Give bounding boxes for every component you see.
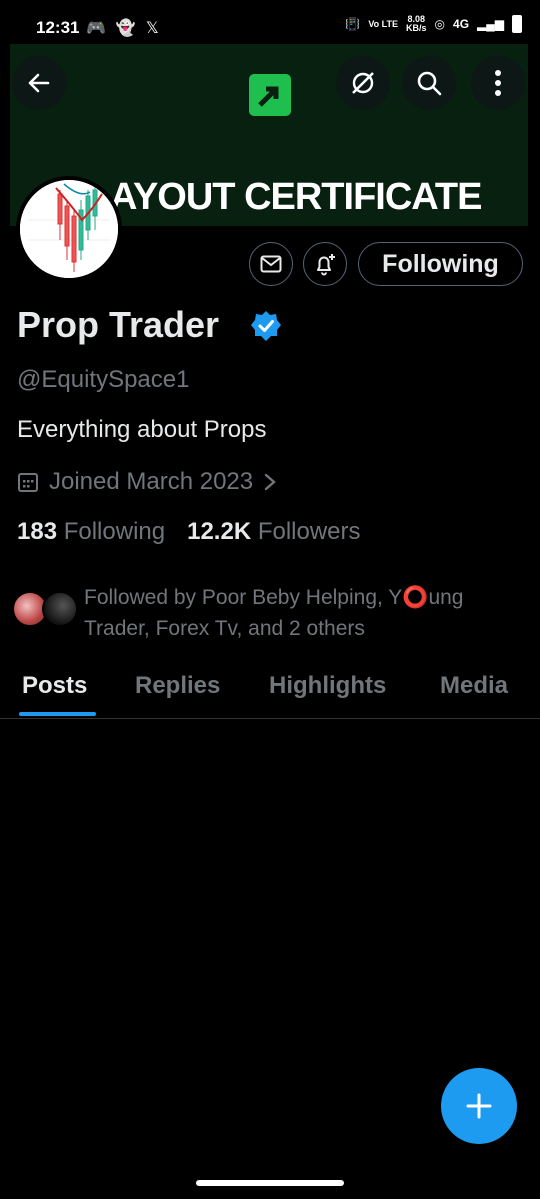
x-logo-icon: 𝕏	[145, 20, 159, 37]
verified-badge-icon[interactable]	[250, 310, 282, 342]
compose-post-button[interactable]	[441, 1068, 517, 1144]
status-time: 12:31	[36, 18, 80, 37]
profile-name: Prop Trader	[17, 304, 220, 345]
following-count: 183	[17, 518, 58, 545]
vibrate-icon: 📳	[345, 17, 361, 31]
banner-text: AYOUT CERTIFICATE	[110, 176, 482, 218]
mail-icon	[260, 255, 282, 273]
more-vertical-icon	[495, 70, 501, 96]
status-bar: 12:31 🎮 👻 𝕏 📳 Vo LTE 8.08 KB/s ◎ 4G ▂▄▆	[0, 0, 540, 44]
signal-icon: ▂▄▆	[477, 17, 504, 31]
arrow-left-icon	[28, 73, 50, 93]
snapchat-icon: 👻	[115, 20, 136, 37]
followed-by-text: Followed by Poor Beby Helping, Y⭕ung Tra…	[84, 586, 464, 640]
tab-highlights[interactable]: Highlights	[269, 672, 386, 700]
follower-avatar	[42, 591, 78, 627]
followers-stat[interactable]: 12.2K Followers	[187, 518, 360, 546]
status-right-icons: 📳 Vo LTE 8.08 KB/s ◎ 4G ▂▄▆	[345, 15, 522, 33]
more-options-button[interactable]	[471, 56, 525, 110]
network-type: 4G	[453, 17, 470, 31]
grok-button[interactable]	[336, 56, 390, 110]
grok-icon	[352, 72, 374, 94]
plus-icon	[466, 1093, 492, 1119]
hotspot-icon: ◎	[434, 17, 446, 31]
following-stat[interactable]: 183 Following	[17, 518, 165, 546]
following-label: Following	[63, 518, 166, 545]
tab-media[interactable]: Media	[440, 672, 508, 700]
network-speed: 8.08 KB/s	[406, 15, 427, 33]
status-notification-icons: 🎮 👻 𝕏	[86, 18, 159, 38]
volte-indicator: Vo LTE	[368, 18, 399, 29]
tab-posts[interactable]: Posts	[22, 672, 87, 700]
followers-count: 12.2K	[187, 518, 252, 545]
joined-text: Joined March 2023	[49, 468, 254, 495]
home-indicator[interactable]	[196, 1180, 344, 1186]
joined-date-row[interactable]: Joined March 2023	[17, 468, 277, 496]
profile-bio: Everything about Props	[17, 416, 267, 443]
banner-logo-icon	[249, 74, 291, 116]
follow-stats: 183 Following 12.2K Followers	[17, 518, 361, 546]
search-button[interactable]	[402, 56, 456, 110]
calendar-icon	[18, 473, 38, 492]
back-button[interactable]	[12, 56, 66, 110]
network-speed-unit: KB/s	[406, 23, 427, 33]
battery-icon	[512, 15, 522, 33]
candlestick-chart-image	[20, 180, 118, 278]
bell-plus-icon	[317, 254, 335, 276]
chevron-right-icon	[264, 473, 276, 491]
followers-label: Followers	[257, 518, 361, 545]
message-button[interactable]	[249, 242, 293, 286]
profile-avatar[interactable]	[16, 176, 122, 282]
following-button[interactable]: Following	[358, 242, 523, 286]
profile-handle: @EquitySpace1	[17, 366, 190, 393]
notify-button[interactable]	[303, 242, 347, 286]
tab-replies[interactable]: Replies	[135, 672, 220, 700]
active-tab-indicator	[19, 712, 96, 716]
game-controller-icon: 🎮	[86, 20, 106, 37]
search-icon	[417, 71, 442, 96]
